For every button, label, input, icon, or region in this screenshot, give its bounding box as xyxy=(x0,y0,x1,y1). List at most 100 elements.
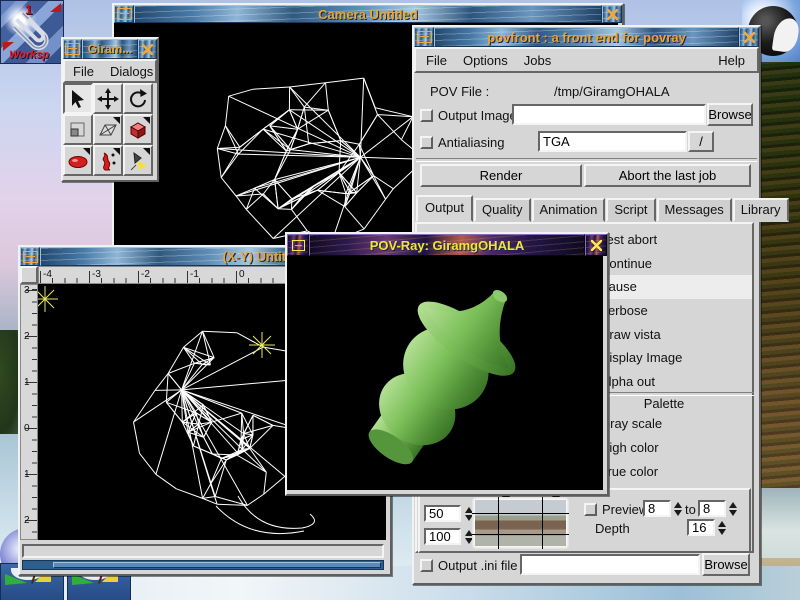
output-image-checkbox[interactable] xyxy=(420,109,433,122)
povfront-menubar: File Options Jobs Help xyxy=(414,47,759,73)
giram-titlebar[interactable]: Giram... xyxy=(63,39,157,59)
close-button[interactable] xyxy=(585,234,607,256)
preview-label: Preview xyxy=(602,502,648,517)
window-menu-icon xyxy=(117,8,132,20)
ruler-label: 0 xyxy=(239,269,245,280)
povfront-titlebar[interactable]: povfront : a front end for povray xyxy=(414,27,759,47)
preview-to-input[interactable] xyxy=(698,500,726,517)
rotate-icon xyxy=(127,88,149,110)
light-star-icon xyxy=(247,330,277,360)
menu-help[interactable]: Help xyxy=(710,51,753,70)
spin-down-icon xyxy=(729,510,737,516)
giram-toolbox-window: Giram... File Dialogs xyxy=(61,37,159,182)
window-menu-button[interactable] xyxy=(20,247,40,266)
abort-button[interactable]: Abort the last job xyxy=(584,164,751,187)
menu-dialogs[interactable]: Dialogs xyxy=(102,62,161,81)
spin-up-icon xyxy=(729,502,737,508)
tool-box-button[interactable] xyxy=(123,114,153,145)
tool-lathe-button[interactable] xyxy=(93,145,123,176)
format-combo-button[interactable]: / xyxy=(688,131,714,152)
ruler-label: 3 xyxy=(24,285,30,296)
workspace-label: Worksp xyxy=(9,49,49,61)
povray-render-canvas[interactable] xyxy=(287,256,603,490)
tool-sphere-button[interactable] xyxy=(63,145,93,176)
height-percent-input[interactable] xyxy=(424,528,461,545)
separator xyxy=(416,158,757,162)
vertical-ruler: 3 2 1 0 1 2 xyxy=(20,284,38,540)
tool-select-button[interactable] xyxy=(63,83,93,114)
browse-ini-button[interactable]: Browse xyxy=(702,553,750,576)
close-icon xyxy=(607,9,618,20)
preview-from-input[interactable] xyxy=(643,500,671,517)
tool-patch-button[interactable] xyxy=(93,114,123,145)
menu-jobs[interactable]: Jobs xyxy=(516,51,559,70)
tab-messages[interactable]: Messages xyxy=(657,198,732,222)
giram-window-title: Giram... xyxy=(82,39,138,59)
desktop: 1 Worksp Camera Untitled xyxy=(0,0,800,600)
crop-line[interactable] xyxy=(472,534,569,535)
tab-animation[interactable]: Animation xyxy=(532,198,606,222)
pov-file-value: /tmp/GiramgOHALA xyxy=(554,84,670,99)
output-image-input[interactable] xyxy=(512,104,706,125)
tool-light-button[interactable] xyxy=(123,145,153,176)
ruler-label: 2 xyxy=(24,515,30,526)
menu-file[interactable]: File xyxy=(65,62,102,81)
tool-move-button[interactable] xyxy=(93,83,123,114)
status-bar xyxy=(22,544,384,558)
workspace-pager-icon[interactable]: 1 Worksp xyxy=(0,0,64,64)
flyout-indicator-icon xyxy=(113,148,120,155)
spin-down-icon xyxy=(674,510,682,516)
camera-titlebar[interactable]: Camera Untitled xyxy=(114,5,622,23)
camera-window-title: Camera Untitled xyxy=(134,5,602,23)
ruler-label: -2 xyxy=(141,269,150,280)
antialiasing-checkbox[interactable] xyxy=(420,136,433,149)
flyout-indicator-icon xyxy=(143,117,150,124)
render-preview-thumbnail[interactable] xyxy=(472,497,569,549)
corner-triangle-icon xyxy=(50,3,61,12)
scrollbar-thumb[interactable] xyxy=(53,562,381,568)
window-menu-button[interactable] xyxy=(114,5,134,23)
menu-file[interactable]: File xyxy=(418,51,455,70)
depth-input[interactable] xyxy=(687,519,715,536)
povray-titlebar[interactable]: POV-Ray: GiramgOHALA xyxy=(287,234,607,256)
notebook-tabs: Output Quality Animation Script Messages… xyxy=(416,198,790,222)
preview-from-spinner[interactable] xyxy=(672,500,684,517)
crop-line[interactable] xyxy=(542,497,543,549)
tab-output[interactable]: Output xyxy=(416,195,473,222)
window-menu-button[interactable] xyxy=(63,39,82,59)
output-ini-label: Output .ini file xyxy=(438,558,518,573)
preview-to-spinner[interactable] xyxy=(727,500,739,517)
move-icon xyxy=(97,88,119,110)
depth-spinner[interactable] xyxy=(716,519,728,536)
gray-scale-label: Gray scale xyxy=(600,416,662,431)
window-menu-icon xyxy=(417,31,432,43)
ruler-label: 1 xyxy=(24,377,30,388)
menu-options[interactable]: Options xyxy=(455,51,516,70)
tab-library[interactable]: Library xyxy=(733,198,789,222)
width-percent-input[interactable] xyxy=(424,505,461,522)
output-ini-checkbox[interactable] xyxy=(420,559,433,572)
close-button[interactable] xyxy=(602,5,622,23)
render-button[interactable]: Render xyxy=(420,164,582,187)
spin-up-icon xyxy=(718,521,726,527)
spin-down-icon xyxy=(718,529,726,535)
window-menu-icon xyxy=(23,251,38,263)
select-arrow-icon xyxy=(67,88,89,110)
browse-output-button[interactable]: Browse xyxy=(707,103,753,126)
close-button[interactable] xyxy=(739,27,759,47)
to-label: to xyxy=(685,502,696,517)
crop-line[interactable] xyxy=(498,497,499,549)
crop-line[interactable] xyxy=(472,513,569,514)
tab-quality[interactable]: Quality xyxy=(474,198,530,222)
close-button[interactable] xyxy=(138,39,157,59)
window-menu-button[interactable] xyxy=(414,27,434,47)
horizontal-scrollbar[interactable] xyxy=(22,560,384,570)
tool-rotate-button[interactable] xyxy=(123,83,153,114)
tool-scale-button[interactable] xyxy=(63,114,93,145)
preview-checkbox[interactable] xyxy=(584,503,597,516)
format-input[interactable] xyxy=(538,131,687,152)
output-ini-input[interactable] xyxy=(520,554,700,575)
window-menu-button[interactable] xyxy=(287,234,309,256)
antialiasing-label: Antialiasing xyxy=(438,135,505,150)
tab-script[interactable]: Script xyxy=(606,198,655,222)
